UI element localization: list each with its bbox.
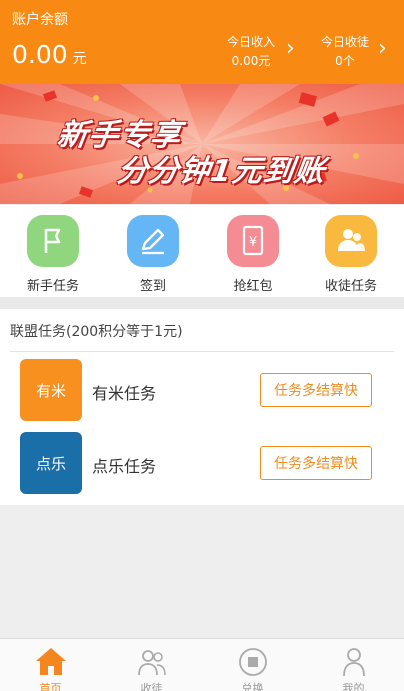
checkin-button[interactable]: 签到 [113,215,193,294]
red-packet-button[interactable]: ¥ 抢红包 [213,215,293,294]
svg-text:¥: ¥ [249,235,257,250]
task-row-youmi[interactable]: 有米 有米任务 任务多结算快 [20,359,382,423]
people-icon [325,215,377,267]
banner-subheadline: 分分钟1元到账 [115,154,328,189]
tab-home-label: 首页 [39,682,62,691]
newbie-task-label: 新手任务 [26,279,79,294]
recruit-task-label: 收徒任务 [324,279,377,294]
newbie-task-button[interactable]: 新手任务 [13,215,93,294]
tab-recruit-label: 收徒 [140,682,163,691]
user-icon [343,648,365,677]
checkin-label: 签到 [139,279,166,294]
balance-amount: 0.00 元 [12,40,87,69]
account-header: 账户余额 0.00 元 今日收入 0.00元 › 今日收徒 0个 › [0,0,404,84]
today-invite-value: 0个 [335,54,355,68]
tab-exchange-label: 兑换 [241,682,264,691]
red-packet-label: 抢红包 [233,279,273,294]
exchange-icon [239,648,267,676]
recruit-task-button[interactable]: 收徒任务 [311,215,391,294]
today-income-link[interactable]: 今日收入 0.00元 [218,33,284,71]
youmi-logo: 有米 [20,359,82,421]
tab-mine[interactable]: 我的 [303,639,404,691]
balance-unit: 元 [72,51,87,67]
flag-icon [27,215,79,267]
chevron-right-icon[interactable]: › [286,38,295,60]
section-divider [0,297,404,309]
yen-envelope-icon: ¥ [227,215,279,267]
dianle-logo: 点乐 [20,432,82,494]
balance-value: 0.00 [12,40,68,69]
today-invite-link[interactable]: 今日收徒 0个 [312,33,378,71]
youmi-task-button[interactable]: 任务多结算快 [260,373,372,407]
alliance-tasks-section: 联盟任务(200积分等于1元) 有米 有米任务 任务多结算快 点乐 点乐任务 任… [0,309,404,505]
tab-mine-label: 我的 [342,682,365,691]
task-name: 有米任务 [92,384,157,403]
tab-recruit[interactable]: 收徒 [101,639,202,691]
chevron-right-icon[interactable]: › [378,38,387,60]
promo-banner[interactable]: 新手专享 分分钟1元到账 [0,84,404,204]
task-row-dianle[interactable]: 点乐 点乐任务 任务多结算快 [20,432,382,496]
alliance-title: 联盟任务(200积分等于1元) [10,324,183,340]
home-icon [36,648,66,675]
tab-home[interactable]: 首页 [0,639,101,691]
pencil-icon [127,215,179,267]
quick-actions: 新手任务 签到 ¥ 抢红包 收徒任务 [0,205,404,297]
balance-label: 账户余额 [12,12,68,28]
tab-exchange[interactable]: 兑换 [202,639,303,691]
bottom-tab-bar: 首页 收徒 兑换 我的 [0,638,404,691]
task-name: 点乐任务 [92,457,157,476]
today-income-value: 0.00元 [231,54,271,68]
users-icon [138,650,166,676]
today-income-label: 今日收入 [226,35,275,49]
today-invite-label: 今日收徒 [320,35,369,49]
dianle-task-button[interactable]: 任务多结算快 [260,446,372,480]
divider [10,351,394,352]
